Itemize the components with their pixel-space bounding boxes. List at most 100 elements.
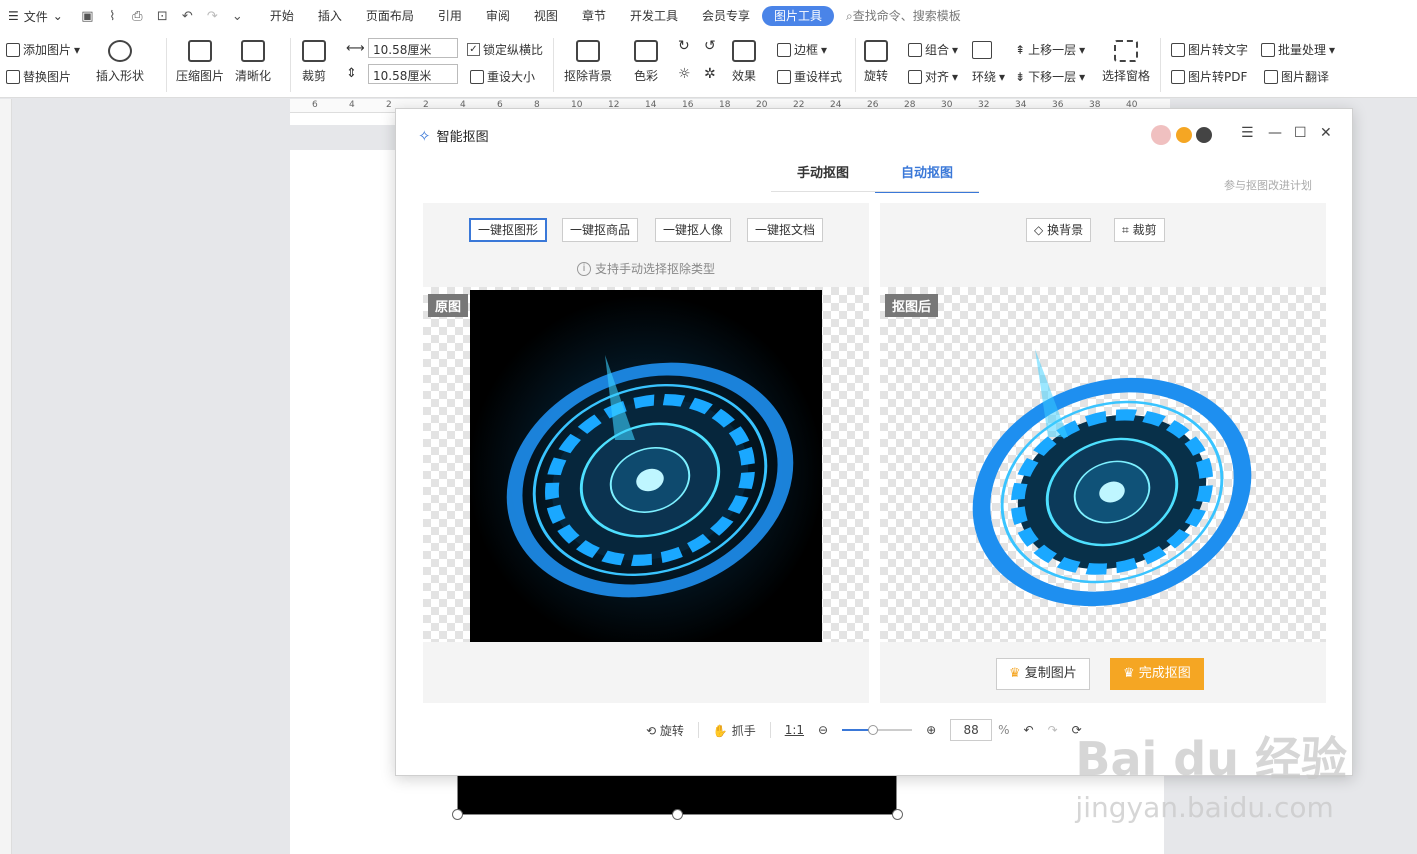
rotate-icon: ⟲: [646, 723, 657, 738]
zoom-in-icon[interactable]: ⊕: [926, 723, 936, 737]
tab-member[interactable]: 会员专享: [690, 0, 762, 32]
image-to-text-button[interactable]: 图片转文字: [1171, 41, 1248, 58]
file-menu[interactable]: ☰ 文件 ⌄: [0, 8, 71, 25]
cutout-product-button[interactable]: 一键抠商品: [562, 218, 639, 242]
color-button[interactable]: 色彩: [634, 40, 658, 84]
compress-icon: [188, 40, 212, 62]
print-icon[interactable]: ⎙: [127, 9, 148, 24]
replace-image-button[interactable]: 替换图片: [6, 68, 71, 85]
command-search[interactable]: ⌕查找命令、搜索模板: [834, 0, 973, 32]
resize-handle[interactable]: [892, 809, 903, 820]
add-image-button[interactable]: 添加图片 ▾: [6, 41, 80, 58]
zoom-slider-handle[interactable]: [867, 725, 878, 735]
compress-image-button[interactable]: 压缩图片: [176, 40, 224, 84]
wrap-button[interactable]: 环绕 ▾: [972, 68, 1005, 85]
original-label: 原图: [428, 294, 469, 317]
lock-ratio-checkbox[interactable]: ✓ 锁定纵横比: [467, 41, 543, 58]
ruler-tick: 2: [386, 100, 392, 110]
reset-size-icon: [470, 69, 484, 84]
cutout-shape-button[interactable]: 一键抠图形: [469, 218, 548, 242]
print-preview-icon[interactable]: ⊡: [152, 9, 173, 24]
reset-size-button[interactable]: 重设大小: [470, 68, 535, 85]
cutout-portrait-button[interactable]: 一键抠人像: [655, 218, 732, 242]
coin-icon[interactable]: [1196, 127, 1212, 143]
height-input[interactable]: 10.58厘米: [368, 64, 458, 84]
tab-insert[interactable]: 插入: [306, 0, 354, 32]
crop-button[interactable]: 裁剪: [302, 40, 326, 84]
image-to-pdf-button[interactable]: 图片转PDF: [1171, 68, 1247, 85]
result-panel: ◇ 换背景 ⌗ 裁剪 抠图后 ♛ 复制图片 ♛ 完成抠图: [880, 203, 1326, 703]
tab-layout[interactable]: 页面布局: [354, 0, 426, 32]
actual-size-button[interactable]: 1:1: [785, 723, 804, 737]
rotate-right-icon[interactable]: ↺: [704, 38, 716, 54]
tab-view[interactable]: 视图: [522, 0, 570, 32]
result-canvas[interactable]: [880, 287, 1326, 642]
avatar[interactable]: [1151, 125, 1171, 145]
insert-shape-button[interactable]: 插入形状: [96, 40, 144, 84]
finish-cutout-button[interactable]: ♛ 完成抠图: [1110, 658, 1204, 690]
translate-icon: [1264, 69, 1278, 84]
bring-forward-button[interactable]: ⇞ 上移一层 ▾: [1015, 41, 1085, 58]
close-icon[interactable]: ✕: [1320, 125, 1332, 141]
selection-pane-button[interactable]: 选择窗格: [1102, 40, 1150, 84]
redo-icon[interactable]: ↷: [202, 9, 223, 24]
clarify-button[interactable]: 清晰化: [235, 40, 271, 84]
feedback-link[interactable]: 参与抠图改进计划: [1224, 177, 1312, 193]
add-image-icon: [6, 42, 20, 57]
rotate-left-icon[interactable]: ↻: [678, 38, 690, 54]
rotate-button[interactable]: 旋转: [864, 40, 888, 84]
minimize-icon[interactable]: —: [1268, 125, 1282, 141]
group-button[interactable]: 组合 ▾: [908, 41, 958, 58]
redo-icon[interactable]: ↷: [1048, 723, 1058, 737]
zoom-slider[interactable]: [842, 725, 913, 735]
reset-style-button[interactable]: 重设样式: [777, 68, 842, 85]
effects-button[interactable]: 效果: [732, 40, 756, 84]
ruler-tick: 6: [312, 100, 318, 110]
undo-icon[interactable]: ↶: [1024, 723, 1034, 737]
format-painter-icon[interactable]: ⌇: [102, 9, 123, 24]
resize-handle[interactable]: [452, 809, 463, 820]
undo-icon[interactable]: ↶: [177, 9, 198, 24]
remove-background-button[interactable]: 抠除背景: [564, 40, 612, 84]
resize-handle[interactable]: [672, 809, 683, 820]
wrap-icon-button[interactable]: [972, 41, 992, 59]
crop-icon: ⌗: [1122, 223, 1129, 237]
menu-icon[interactable]: ☰: [1241, 125, 1254, 141]
tab-manual-cutout[interactable]: 手动抠图: [771, 157, 875, 193]
vertical-ruler: [0, 99, 12, 854]
tab-developer[interactable]: 开发工具: [618, 0, 690, 32]
tab-references[interactable]: 引用: [426, 0, 474, 32]
hand-tool-button[interactable]: ✋ 抓手: [713, 722, 756, 739]
align-button[interactable]: 对齐 ▾: [908, 68, 958, 85]
batch-process-button[interactable]: 批量处理 ▾: [1261, 41, 1335, 58]
rotate-view-button[interactable]: ⟲ 旋转: [646, 722, 684, 739]
diamond-icon: ◇: [1034, 223, 1044, 237]
vip-badge-icon[interactable]: [1176, 127, 1192, 143]
tab-home[interactable]: 开始: [258, 0, 306, 32]
image-translate-button[interactable]: 图片翻译: [1264, 68, 1329, 85]
effects-icon: [732, 40, 756, 62]
zoom-input[interactable]: 88: [950, 719, 993, 741]
send-backward-button[interactable]: ⇟ 下移一层 ▾: [1015, 68, 1085, 85]
tab-chapter[interactable]: 章节: [570, 0, 618, 32]
cutout-document-button[interactable]: 一键抠文档: [747, 218, 824, 242]
brightness-down-icon[interactable]: ✲: [704, 66, 716, 82]
original-image[interactable]: [470, 290, 822, 642]
tab-auto-cutout[interactable]: 自动抠图: [875, 157, 979, 193]
result-crop-button[interactable]: ⌗ 裁剪: [1114, 218, 1165, 242]
border-icon: [777, 42, 791, 57]
zoom-out-icon[interactable]: ⊖: [818, 723, 828, 737]
border-button[interactable]: 边框 ▾: [777, 41, 827, 58]
width-input[interactable]: 10.58厘米: [368, 38, 458, 58]
change-background-button[interactable]: ◇ 换背景: [1026, 218, 1092, 242]
maximize-icon[interactable]: ☐: [1294, 125, 1307, 141]
tab-picture-tools[interactable]: 图片工具: [761, 6, 834, 26]
quick-access: ▣ ⌇ ⎙ ⊡ ↶ ↷ ⌄: [77, 9, 248, 24]
save-icon[interactable]: ▣: [77, 9, 98, 24]
crown-icon: ♛: [1009, 666, 1021, 681]
brightness-up-icon[interactable]: ☼: [678, 66, 691, 82]
hint: i 支持手动选择抠除类型: [577, 260, 715, 277]
copy-image-button[interactable]: ♛ 复制图片: [996, 658, 1090, 690]
tab-review[interactable]: 审阅: [474, 0, 522, 32]
more-icon[interactable]: ⌄: [227, 9, 248, 24]
